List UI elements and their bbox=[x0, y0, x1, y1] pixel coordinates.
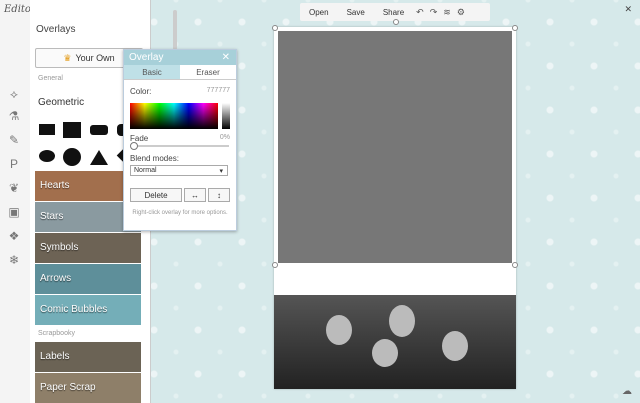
section-general: General bbox=[38, 75, 63, 82]
frame-tool-icon[interactable]: ▣ bbox=[6, 204, 22, 220]
panel-scrollbar[interactable] bbox=[173, 10, 177, 50]
share-button[interactable]: Share bbox=[383, 8, 404, 17]
snowflake-tool-icon[interactable]: ❄ bbox=[6, 252, 22, 268]
brightness-bar[interactable] bbox=[222, 103, 230, 129]
tab-basic[interactable]: Basic bbox=[124, 65, 180, 79]
help-mascot-icon[interactable]: ☁ bbox=[622, 386, 632, 397]
chevron-down-icon: ▾ bbox=[219, 167, 223, 175]
panel-title: Overlays bbox=[36, 24, 76, 35]
overlay-dialog: Overlay ✕ Basic Eraser Color: 777777 Fad… bbox=[123, 49, 237, 231]
dialog-close-icon[interactable]: ✕ bbox=[222, 52, 230, 63]
dialog-header: Overlay ✕ bbox=[124, 50, 236, 65]
tab-eraser[interactable]: Eraser bbox=[180, 65, 236, 79]
brush-tool-icon[interactable]: ✎ bbox=[6, 132, 22, 148]
photo-face-2 bbox=[389, 305, 415, 337]
overlay-tool-icon[interactable]: ❦ bbox=[6, 180, 22, 196]
blend-label: Blend modes: bbox=[130, 154, 179, 163]
category-labels[interactable]: Labels bbox=[35, 342, 141, 372]
dialog-tabs: Basic Eraser bbox=[124, 65, 236, 80]
color-picker[interactable] bbox=[130, 103, 218, 129]
shape-triangle[interactable] bbox=[90, 150, 108, 165]
gear-icon[interactable]: ⚙ bbox=[457, 7, 465, 18]
blend-mode-select[interactable]: Normal ▾ bbox=[130, 165, 228, 176]
delete-button[interactable]: Delete bbox=[130, 188, 182, 202]
save-button[interactable]: Save bbox=[347, 8, 365, 17]
fade-slider-knob[interactable] bbox=[130, 142, 138, 150]
fade-slider[interactable] bbox=[131, 145, 229, 147]
photo-face-1 bbox=[326, 315, 352, 345]
handle-br[interactable] bbox=[512, 262, 518, 268]
category-arrows[interactable]: Arrows bbox=[35, 264, 141, 294]
fade-value: 0% bbox=[219, 134, 230, 141]
rotate-handle[interactable] bbox=[393, 19, 399, 25]
flip-vertical-icon[interactable]: ↕ bbox=[208, 188, 230, 202]
tool-rail: Editor ⟡ ⚗ ✎ P ❦ ▣ ❖ ❄ bbox=[0, 0, 36, 403]
text-tool-icon[interactable]: P bbox=[6, 156, 22, 172]
layers-icon[interactable]: ≋ bbox=[443, 7, 451, 18]
handle-bl[interactable] bbox=[272, 262, 278, 268]
photo-face-3 bbox=[372, 339, 398, 367]
overlay-rectangle[interactable] bbox=[278, 31, 512, 263]
effects-tool-icon[interactable]: ⟡ bbox=[6, 86, 22, 102]
redo-icon[interactable]: ↷ bbox=[430, 7, 438, 18]
color-value: 777777 bbox=[206, 87, 230, 94]
section-scrapbooky: Scrapbooky bbox=[38, 330, 75, 337]
shape-circle[interactable] bbox=[63, 148, 81, 166]
family-photo bbox=[274, 295, 516, 389]
shape-oval[interactable] bbox=[39, 150, 55, 162]
photo-face-4 bbox=[442, 331, 468, 361]
open-button[interactable]: Open bbox=[309, 8, 329, 17]
flip-horizontal-icon[interactable]: ↔ bbox=[184, 188, 206, 202]
shape-square[interactable] bbox=[63, 122, 81, 138]
undo-icon[interactable]: ↶ bbox=[416, 7, 424, 18]
close-editor-icon[interactable]: ✕ bbox=[624, 4, 632, 15]
flask-tool-icon[interactable]: ⚗ bbox=[6, 108, 22, 124]
handle-tl[interactable] bbox=[272, 25, 278, 31]
color-label: Color: bbox=[130, 87, 152, 96]
shape-rounded[interactable] bbox=[90, 125, 108, 135]
dialog-hint: Right-click overlay for more options. bbox=[132, 210, 228, 216]
texture-tool-icon[interactable]: ❖ bbox=[6, 228, 22, 244]
crown-icon: ♛ bbox=[63, 52, 72, 63]
category-comic-bubbles[interactable]: Comic Bubbles bbox=[35, 295, 141, 325]
shape-rect[interactable] bbox=[39, 124, 55, 135]
handle-tr[interactable] bbox=[512, 25, 518, 31]
category-symbols[interactable]: Symbols bbox=[35, 233, 141, 263]
photo-canvas[interactable] bbox=[272, 19, 518, 389]
category-paper-scrap[interactable]: Paper Scrap bbox=[35, 373, 141, 403]
